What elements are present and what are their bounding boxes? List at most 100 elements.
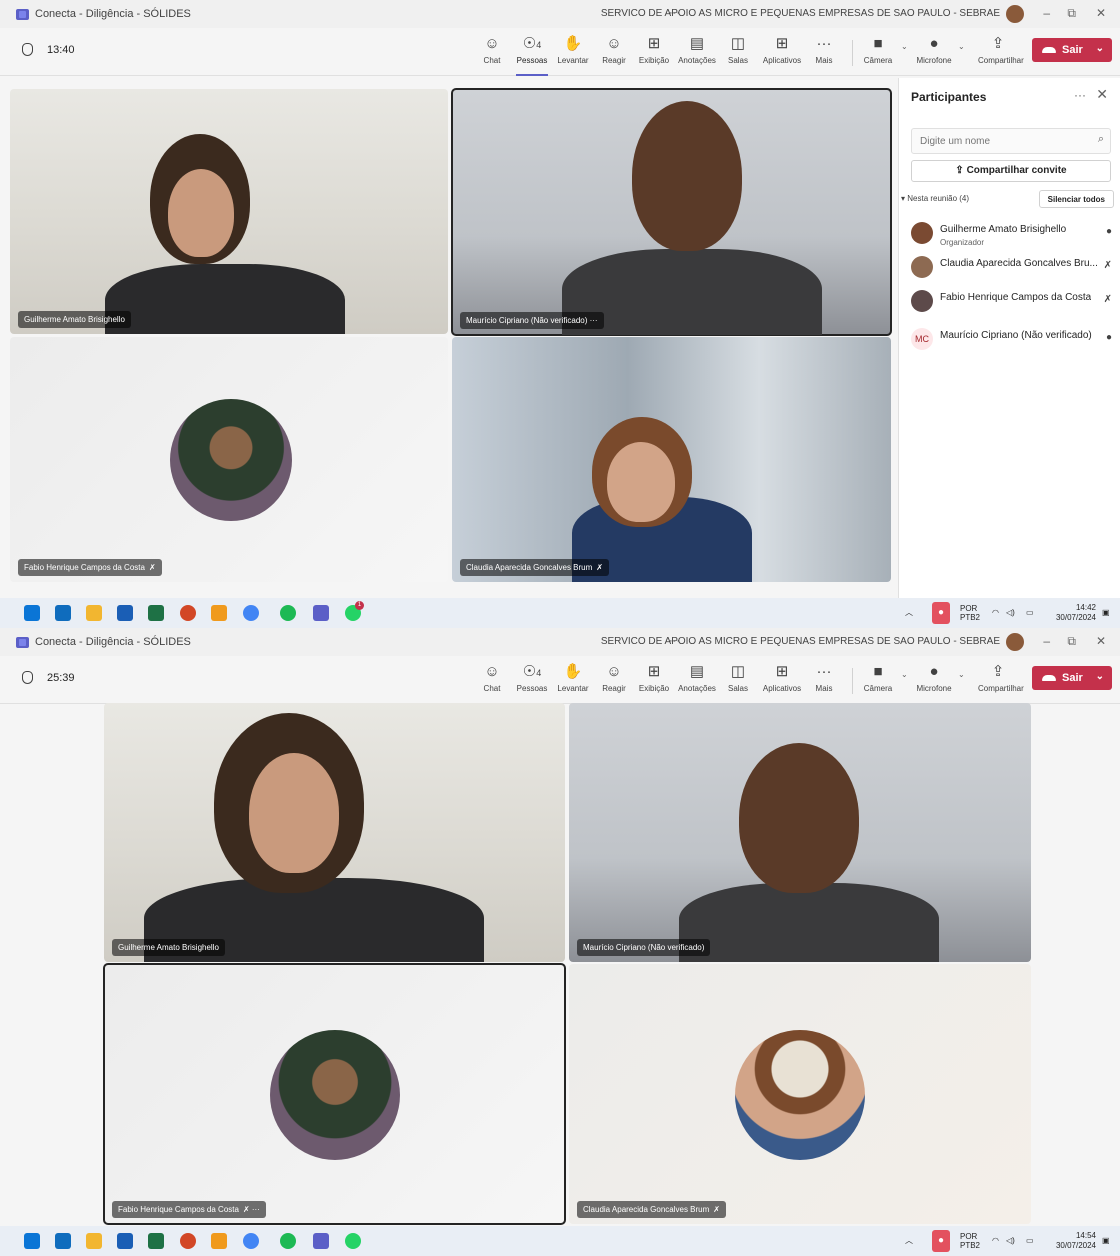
teams-icon[interactable] (313, 605, 329, 621)
chrome-icon[interactable] (243, 1233, 259, 1249)
file-explorer-icon[interactable] (86, 1233, 102, 1249)
camera-button[interactable]: ■ Câmera (858, 34, 898, 72)
minimize-button[interactable]: – (1043, 6, 1050, 20)
word-icon[interactable] (117, 605, 133, 621)
chat-button[interactable]: ☺ Chat (472, 34, 512, 72)
powerpoint-icon[interactable] (180, 1233, 196, 1249)
volume-icon[interactable]: ◁) (1006, 608, 1015, 617)
powerpoint-icon[interactable] (180, 605, 196, 621)
timer-text: 25:39 (47, 671, 75, 684)
excel-icon[interactable] (148, 605, 164, 621)
view-button[interactable]: ⊞ Exibição (634, 662, 674, 700)
spotify-icon[interactable] (280, 1233, 296, 1249)
whatsapp-icon[interactable] (345, 1233, 361, 1249)
notes-button[interactable]: ▤ Anotações (677, 662, 717, 700)
participant-row[interactable]: Guilherme Amato Brisighello Organizador … (909, 216, 1114, 250)
show-hidden-icons-chevron-icon[interactable]: ︿ (905, 1236, 913, 1245)
more-button[interactable]: ··· Mais (804, 34, 844, 72)
paint-icon[interactable] (211, 1233, 227, 1249)
more-button[interactable]: ··· Mais (804, 662, 844, 700)
in-meeting-section-header[interactable]: ▾ Nesta reunião (4) (901, 194, 969, 203)
participant-row[interactable]: Fabio Henrique Campos da Costa ✗ (909, 284, 1114, 318)
apps-button[interactable]: ⊞ Aplicativos (762, 662, 802, 700)
people-icon: ☉4 (522, 35, 542, 52)
panel-more-icon[interactable]: ··· (1074, 88, 1086, 102)
notifications-icon[interactable]: ▣ (1102, 1236, 1110, 1245)
video-tile-guilherme[interactable]: Guilherme Amato Brisighello (104, 703, 565, 962)
word-icon[interactable] (117, 1233, 133, 1249)
panel-close-icon[interactable]: ✕ (1096, 86, 1108, 103)
spotify-icon[interactable] (280, 605, 296, 621)
mute-all-button[interactable]: Silenciar todos (1038, 190, 1114, 208)
participant-silhouette (105, 264, 345, 334)
windows-start-icon[interactable] (24, 605, 40, 621)
participant-face (632, 101, 742, 251)
taskbar-clock[interactable]: 14:42 30/07/2024 (1040, 603, 1096, 623)
wifi-icon[interactable]: ◠ (992, 608, 999, 617)
wifi-icon[interactable]: ◠ (992, 1236, 999, 1245)
chevron-down-icon[interactable]: ⌄ (1096, 671, 1104, 682)
mic-options-chevron-icon[interactable]: ⌄ (958, 42, 965, 51)
chat-button[interactable]: ☺ Chat (472, 662, 512, 700)
teams-icon[interactable] (313, 1233, 329, 1249)
react-button[interactable]: ☺ Reagir (594, 662, 634, 700)
minimize-button[interactable]: – (1043, 634, 1050, 648)
notes-button[interactable]: ▤ Anotações (677, 34, 717, 72)
camera-options-chevron-icon[interactable]: ⌄ (901, 670, 908, 679)
rooms-button[interactable]: ◫ Salas (718, 34, 758, 72)
video-tile-claudia[interactable]: Claudia Aparecida Goncalves Brum ✗ (569, 964, 1031, 1224)
account-avatar[interactable] (1006, 5, 1024, 23)
close-button[interactable]: ✕ (1096, 634, 1106, 648)
video-tile-fabio[interactable]: Fabio Henrique Campos da Costa ✗ ··· (103, 963, 566, 1225)
video-tile-claudia[interactable]: Claudia Aparecida Goncalves Brum ✗ (452, 337, 891, 582)
microphone-button[interactable]: ● Microfone (914, 34, 954, 72)
outlook-icon[interactable] (55, 1233, 71, 1249)
paint-icon[interactable] (211, 605, 227, 621)
participant-row[interactable]: Claudia Aparecida Goncalves Bru... ✗ (909, 250, 1114, 284)
battery-icon[interactable]: ▭ (1026, 608, 1034, 617)
people-button[interactable]: ☉4 Pessoas (512, 34, 552, 76)
input-language[interactable]: POR PTB2 (960, 1232, 980, 1250)
share-button[interactable]: ⇪ Compartilhar (978, 662, 1024, 700)
leave-button[interactable]: Sair ⌄ (1032, 38, 1112, 62)
apps-button[interactable]: ⊞ Aplicativos (762, 34, 802, 72)
chevron-down-icon[interactable]: ⌄ (1096, 43, 1104, 54)
input-language[interactable]: POR PTB2 (960, 604, 980, 622)
notifications-icon[interactable]: ▣ (1102, 608, 1110, 617)
restore-button[interactable]: ⧉ (1067, 6, 1076, 21)
restore-button[interactable]: ⧉ (1067, 634, 1076, 649)
participant-search-input[interactable] (911, 128, 1111, 154)
raise-hand-button[interactable]: ✋ Levantar (553, 662, 593, 700)
video-tile-mauricio[interactable]: Maurício Cipriano (Não verificado) (569, 703, 1031, 962)
camera-button[interactable]: ■ Câmera (858, 662, 898, 700)
video-tile-mauricio[interactable]: Maurício Cipriano (Não verificado) ··· (451, 88, 892, 336)
react-button[interactable]: ☺ Reagir (594, 34, 634, 72)
chrome-icon[interactable] (243, 605, 259, 621)
microphone-button[interactable]: ● Microfone (914, 662, 954, 700)
raise-hand-button[interactable]: ✋ Levantar (553, 34, 593, 72)
close-button[interactable]: ✕ (1096, 6, 1106, 20)
microphone-in-use-icon[interactable]: ● (932, 1230, 950, 1252)
show-hidden-icons-chevron-icon[interactable]: ︿ (905, 608, 913, 617)
camera-options-chevron-icon[interactable]: ⌄ (901, 42, 908, 51)
smile-icon: ☺ (606, 663, 622, 680)
participant-row[interactable]: MC Maurício Cipriano (Não verificado) ● (909, 322, 1114, 356)
leave-button[interactable]: Sair ⌄ (1032, 666, 1112, 690)
share-button[interactable]: ⇪ Compartilhar (978, 34, 1024, 72)
volume-icon[interactable]: ◁) (1006, 1236, 1015, 1245)
share-invite-button[interactable]: ⇪ Compartilhar convite (911, 160, 1111, 182)
outlook-icon[interactable] (55, 605, 71, 621)
battery-icon[interactable]: ▭ (1026, 1236, 1034, 1245)
taskbar-clock[interactable]: 14:54 30/07/2024 (1040, 1231, 1096, 1251)
account-avatar[interactable] (1006, 633, 1024, 651)
people-button[interactable]: ☉4 Pessoas (512, 662, 552, 700)
view-button[interactable]: ⊞ Exibição (634, 34, 674, 72)
excel-icon[interactable] (148, 1233, 164, 1249)
mic-options-chevron-icon[interactable]: ⌄ (958, 670, 965, 679)
video-tile-fabio[interactable]: Fabio Henrique Campos da Costa ✗ (10, 337, 448, 582)
file-explorer-icon[interactable] (86, 605, 102, 621)
video-tile-guilherme[interactable]: Guilherme Amato Brisighello (10, 89, 448, 334)
microphone-in-use-icon[interactable]: ● (932, 602, 950, 624)
windows-start-icon[interactable] (24, 1233, 40, 1249)
rooms-button[interactable]: ◫ Salas (718, 662, 758, 700)
